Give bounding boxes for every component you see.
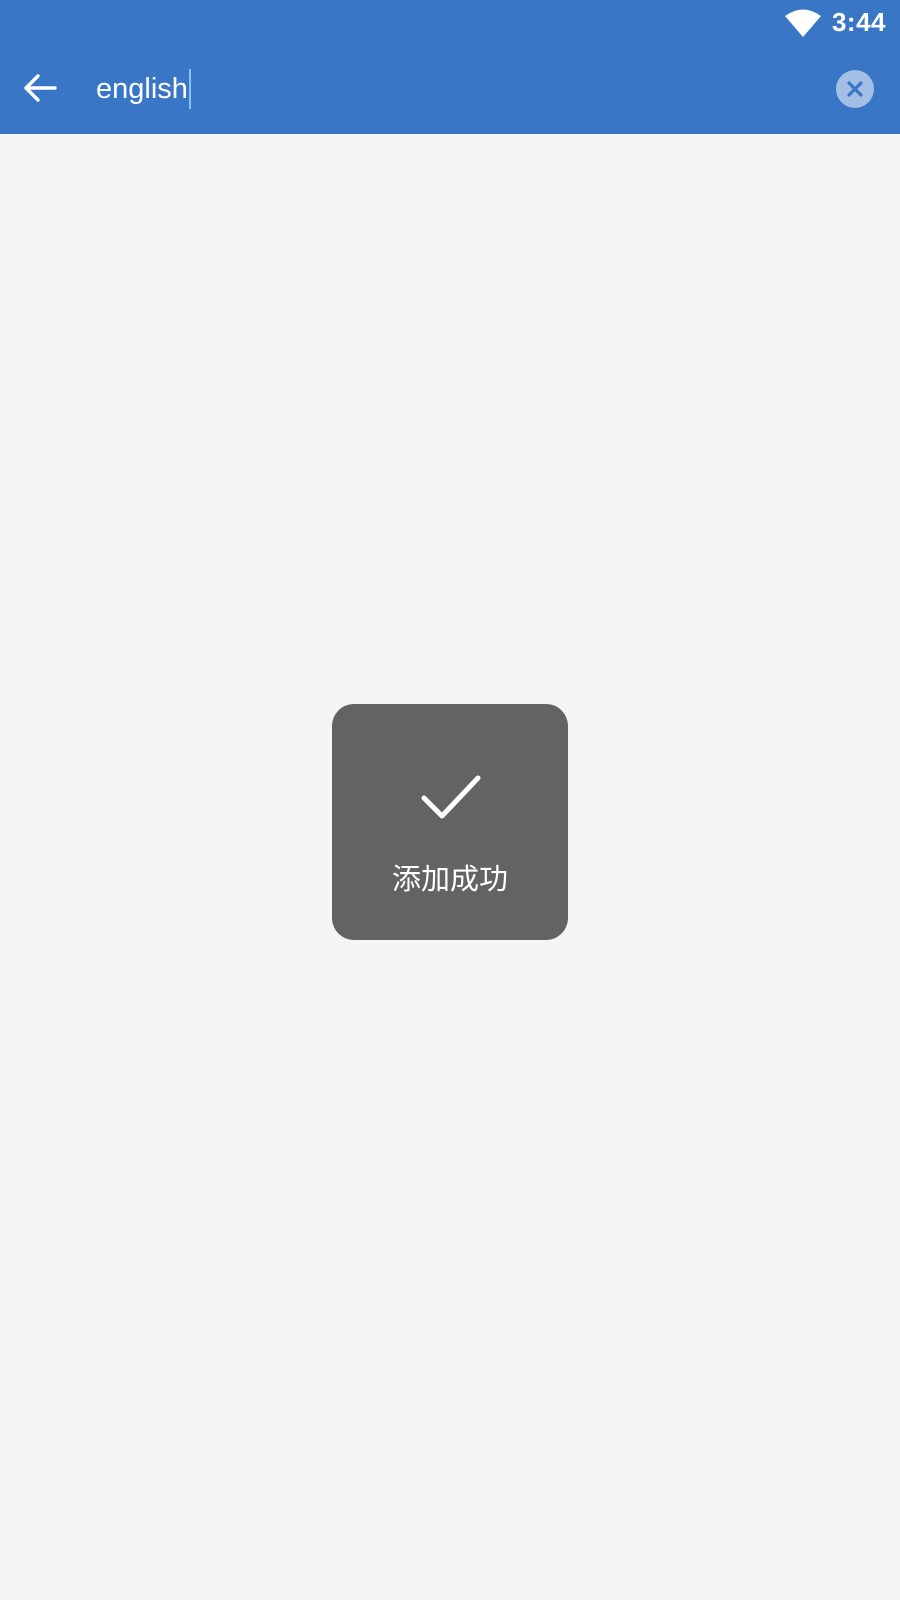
status-bar: 3:44 (0, 0, 900, 46)
arrow-left-icon (24, 74, 57, 102)
search-input[interactable]: english (96, 66, 796, 112)
clear-circle-icon (847, 81, 863, 97)
clear-search-button[interactable] (836, 70, 874, 108)
wifi-icon (785, 9, 821, 37)
status-time: 3:44 (831, 7, 886, 37)
back-button[interactable] (16, 64, 64, 112)
success-toast: 添加成功 (332, 704, 568, 940)
search-input-value[interactable]: english (96, 73, 188, 106)
toast-message: 添加成功 (391, 862, 508, 896)
checkmark-icon (421, 775, 481, 819)
search-toolbar: english (0, 46, 900, 134)
text-cursor (188, 69, 191, 109)
app-header: 3:44 english (0, 0, 900, 134)
